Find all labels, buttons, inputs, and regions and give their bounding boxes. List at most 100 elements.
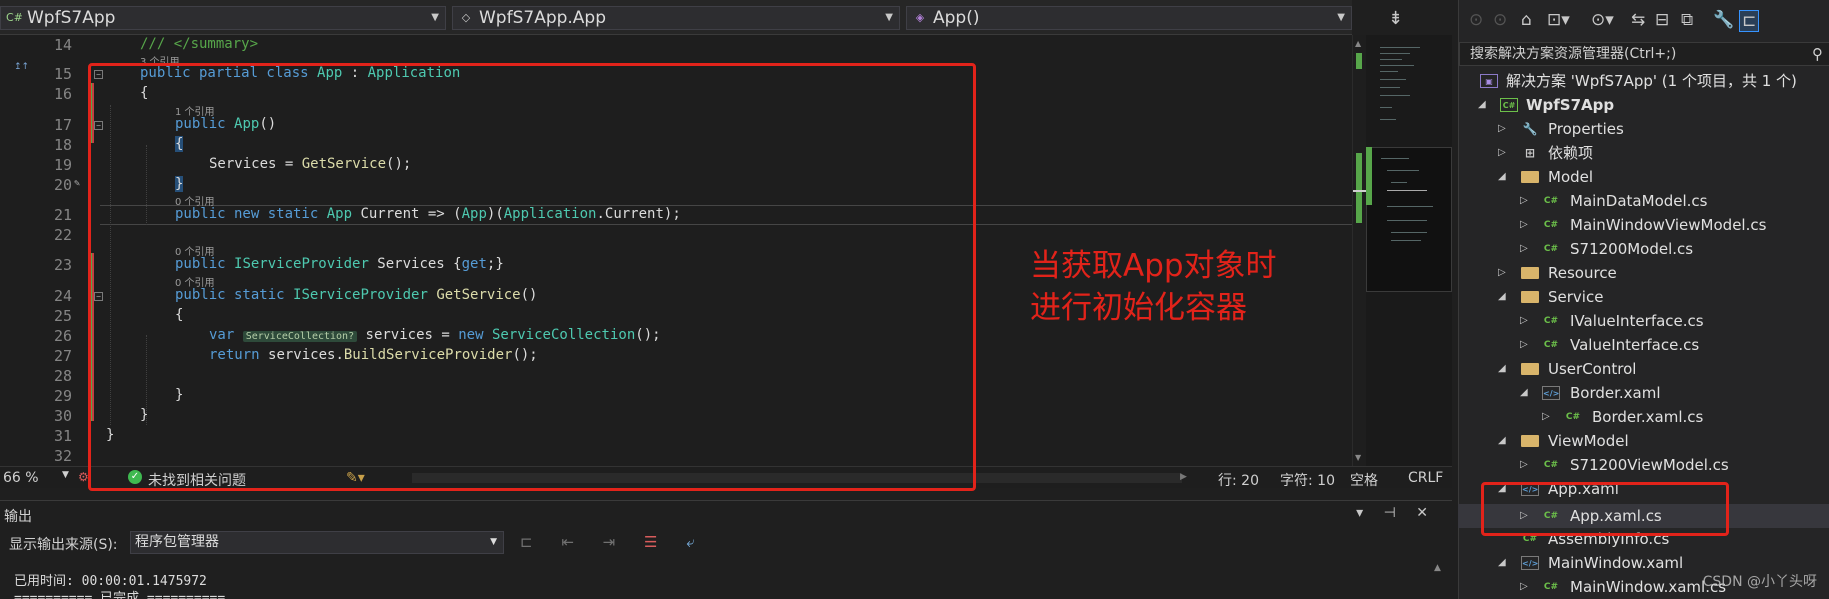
method-icon: ◈ [915, 11, 925, 24]
code-line: 14 /// </summary> [0, 35, 1352, 55]
line-number: 30 [53, 407, 72, 425]
csharp-project-icon: C# [1500, 98, 1518, 112]
pending-changes-icon[interactable]: ⊙▾ [1591, 10, 1614, 30]
collapsed-arrow-icon[interactable]: ▷ [1520, 189, 1532, 213]
csharp-file-icon: C# [1543, 316, 1559, 326]
folder-icon [1521, 267, 1539, 279]
line-number: 18 [53, 136, 72, 154]
collapsed-arrow-icon[interactable]: ▷ [1498, 117, 1510, 141]
forward-icon[interactable]: ⊙ [1493, 10, 1507, 30]
line-number: 25 [53, 307, 72, 325]
back-icon[interactable]: ⊙ [1469, 10, 1483, 30]
collapsed-arrow-icon[interactable]: ▷ [1520, 453, 1532, 477]
csharp-file-icon: C# [1565, 412, 1581, 422]
line-number: 17 [53, 116, 72, 134]
comment-text: /// </summary> [140, 36, 259, 52]
collapsed-arrow-icon[interactable]: ▷ [1520, 237, 1532, 261]
line-number: 15 [53, 65, 72, 83]
home-icon[interactable]: ⌂ [1521, 10, 1532, 30]
member-dropdown[interactable]: ◈ App() ▼ [906, 6, 1352, 30]
expanded-arrow-icon[interactable]: ◢ [1478, 93, 1490, 117]
solution-search-input[interactable]: 搜索解决方案资源管理器(Ctrl+;) ⚲ [1459, 42, 1829, 66]
zoom-level[interactable]: 66 % [3, 470, 39, 486]
show-all-files-icon[interactable]: ⧉ [1681, 10, 1693, 30]
output-source-dropdown[interactable]: 程序包管理器 ▼ [130, 531, 504, 554]
line-ending[interactable]: CRLF [1408, 470, 1443, 486]
scroll-up-icon[interactable]: ▲ [1355, 39, 1361, 48]
sync-icon[interactable]: ⇆ [1631, 10, 1645, 30]
output-toolbar[interactable]: ⊏ ⇤ ⇥ ☰ ⤶ [520, 533, 707, 551]
caret-position-marker [1353, 190, 1367, 192]
line-number: 22 [53, 226, 72, 244]
scroll-up-icon[interactable]: ▲ [1434, 563, 1441, 573]
xaml-file-icon: </> [1521, 556, 1539, 570]
expanded-arrow-icon[interactable]: ◢ [1498, 429, 1510, 453]
editor-navigation-bar: C# WpfS7App ▼ ◇ WpfS7App.App ▼ ◈ App() ▼… [0, 0, 1403, 35]
collapsed-arrow-icon[interactable]: ▷ [1520, 213, 1532, 237]
line-number: 24 [53, 287, 72, 305]
line-number: 26 [53, 327, 72, 345]
line-number: 16 [53, 85, 72, 103]
expanded-arrow-icon[interactable]: ◢ [1498, 165, 1510, 189]
annotation-highlight-box [1481, 482, 1729, 536]
collapsed-arrow-icon[interactable]: ▷ [1520, 309, 1532, 333]
line-number: 27 [53, 347, 72, 365]
expanded-arrow-icon[interactable]: ◢ [1498, 285, 1510, 309]
change-indicator [1356, 153, 1362, 223]
search-icon: ⚲ [1812, 45, 1823, 63]
collapse-all-icon[interactable]: ⊟ [1655, 10, 1669, 30]
line-number: 31 [53, 427, 72, 445]
minimap-change-marker [1366, 147, 1372, 205]
dependencies-icon: ⊞ [1524, 146, 1536, 160]
panel-window-controls[interactable]: ▾ ⊣ ✕ [1356, 505, 1436, 521]
expanded-arrow-icon[interactable]: ◢ [1498, 551, 1510, 575]
vertical-scrollbar[interactable]: ▲ ▼ [1352, 35, 1367, 466]
change-indicator [1356, 53, 1362, 69]
split-window-icon[interactable]: ⇟ [1388, 8, 1403, 29]
csharp-file-icon: C# [1543, 460, 1559, 470]
watermark: CSDN @小丫头呀 [1702, 574, 1817, 590]
folder-icon [1521, 435, 1539, 447]
line-number: 32 [53, 447, 72, 465]
output-text: 已用时间: 00:00:01.1475972 ========== 已完成 ==… [14, 574, 226, 599]
quick-action-icon[interactable]: ✎ [74, 178, 80, 189]
folder-icon [1521, 171, 1539, 183]
scroll-down-icon[interactable]: ▼ [1355, 453, 1361, 462]
column-indicator[interactable]: 字符: 10 [1280, 470, 1335, 490]
switch-views-icon[interactable]: ⊡▾ [1547, 10, 1570, 30]
chevron-down-icon: ▼ [885, 12, 893, 23]
csharp-file-icon: C# [1543, 340, 1559, 350]
collapsed-arrow-icon[interactable]: ▷ [1520, 333, 1532, 357]
line-number: 23 [53, 256, 72, 274]
collapsed-arrow-icon[interactable]: ▷ [1520, 575, 1532, 599]
scroll-right-icon[interactable]: ▶ [1180, 472, 1187, 482]
output-source-label: 显示输出来源(S): [9, 537, 118, 553]
expanded-arrow-icon[interactable]: ◢ [1520, 381, 1532, 405]
csharp-file-icon: C# [1543, 244, 1559, 254]
class-dropdown[interactable]: ◇ WpfS7App.App ▼ [452, 6, 900, 30]
folder-icon [1521, 291, 1539, 303]
indent-mode[interactable]: 空格 [1350, 470, 1378, 490]
code-minimap[interactable] [1366, 35, 1452, 466]
line-indicator[interactable]: 行: 20 [1218, 470, 1259, 490]
output-panel: 输出 ▾ ⊣ ✕ 显示输出来源(S): 程序包管理器 ▼ ⊏ ⇤ ⇥ ☰ ⤶ 已… [0, 500, 1452, 599]
csharp-file-icon: C# [1543, 196, 1559, 206]
chevron-down-icon[interactable]: ▼ [62, 470, 69, 480]
xaml-file-icon: </> [1542, 386, 1560, 400]
chevron-down-icon: ▼ [490, 537, 497, 547]
minimap-viewport[interactable] [1366, 147, 1452, 292]
csharp-file-icon: C# [1543, 582, 1559, 592]
collapsed-arrow-icon[interactable]: ▷ [1498, 141, 1510, 165]
preview-selected-icon[interactable]: ⊏ [1739, 10, 1760, 32]
collapsed-arrow-icon[interactable]: ▷ [1542, 405, 1554, 429]
folder-icon [1521, 363, 1539, 375]
class-icon: ◇ [461, 11, 471, 24]
properties-wrench-icon[interactable]: 🔧 [1713, 10, 1734, 30]
line-number: 28 [53, 367, 72, 385]
line-number: 19 [53, 156, 72, 174]
collapsed-arrow-icon[interactable]: ▷ [1498, 261, 1510, 285]
project-dropdown[interactable]: C# WpfS7App ▼ [0, 6, 446, 30]
csharp-file-icon: C# [1543, 220, 1559, 230]
expanded-arrow-icon[interactable]: ◢ [1498, 357, 1510, 381]
line-number: 20 [53, 176, 72, 194]
